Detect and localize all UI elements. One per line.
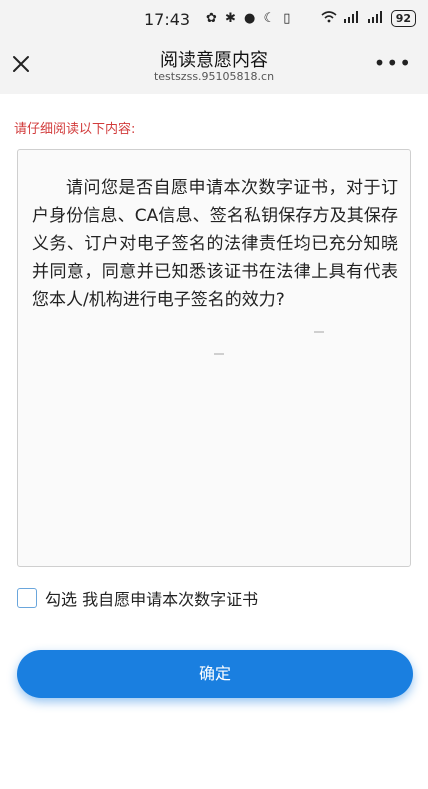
consent-text: 请问您是否自愿申请本次数字证书，对于订户身份信息、CA信息、签名私钥保存方及其保…	[32, 178, 398, 310]
read-instruction: 请仔细阅读以下内容:	[14, 122, 136, 137]
wifi-icon	[321, 11, 337, 26]
consent-text-box[interactable]: 请问您是否自愿申请本次数字证书，对于订户身份信息、CA信息、签名私钥保存方及其保…	[17, 149, 411, 567]
more-options-icon[interactable]: •••	[374, 53, 412, 73]
confirm-button[interactable]: 确定	[17, 650, 413, 698]
status-indicator-icons: ✿ ✱ ● ☾ ▯	[206, 11, 293, 26]
battery-icon: 92	[390, 10, 416, 27]
status-right: 92	[321, 10, 416, 27]
status-time: 17:43	[144, 10, 191, 29]
nav-bar: 阅读意愿内容 testszss.95105818.cn •••	[0, 38, 428, 94]
consent-checkbox-label[interactable]: 勾选 我自愿申请本次数字证书	[45, 586, 258, 610]
page-url: testszss.95105818.cn	[153, 70, 275, 83]
page-title: 阅读意愿内容	[160, 50, 268, 71]
signal-icon	[343, 11, 361, 26]
signal-icon-2	[367, 11, 385, 26]
consent-checkbox[interactable]	[17, 588, 37, 608]
status-bar: 17:43 ✿ ✱ ● ☾ ▯ 92	[0, 0, 428, 38]
faint-mark	[314, 331, 324, 333]
consent-checkbox-row[interactable]: 勾选 我自愿申请本次数字证书	[17, 586, 258, 610]
faint-mark	[214, 353, 224, 355]
content-area: 请仔细阅读以下内容: 请问您是否自愿申请本次数字证书，对于订户身份信息、CA信息…	[0, 94, 428, 789]
